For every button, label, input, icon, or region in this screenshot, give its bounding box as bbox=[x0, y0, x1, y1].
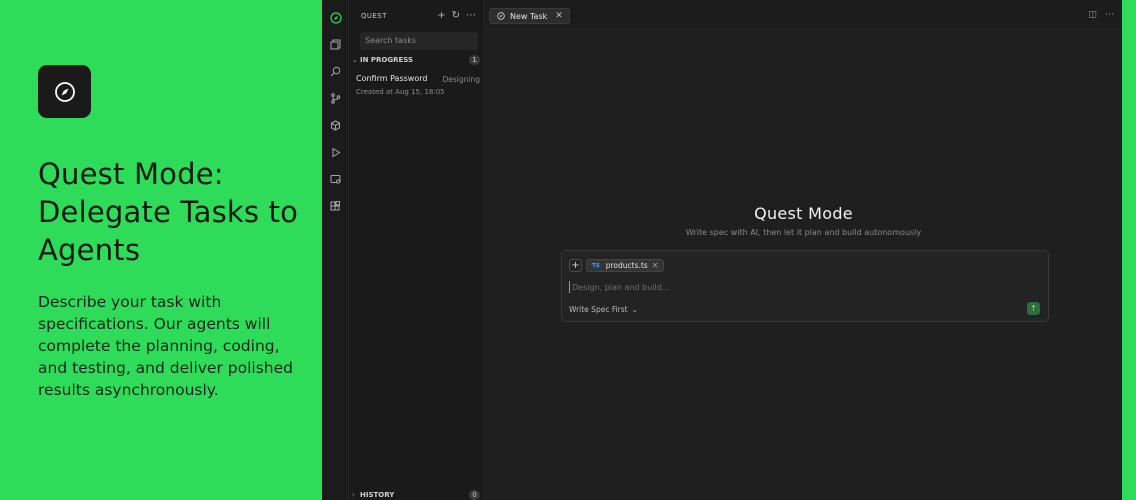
ide-window: QUEST + ↻ ⋯ Search tasks ⌄ IN PROGRESS 1… bbox=[322, 0, 1122, 500]
quest-sidebar: QUEST + ↻ ⋯ Search tasks ⌄ IN PROGRESS 1… bbox=[349, 0, 485, 500]
group-count-badge: 1 bbox=[469, 55, 480, 65]
refresh-icon[interactable]: ↻ bbox=[452, 10, 460, 21]
close-icon[interactable]: ✕ bbox=[555, 11, 563, 21]
group-label: IN PROGRESS bbox=[360, 56, 414, 64]
quest-mode-title: Quest Mode bbox=[754, 204, 853, 223]
mode-label: Write Spec First bbox=[569, 305, 628, 314]
history-group[interactable]: › HISTORY 0 bbox=[352, 490, 480, 500]
more-icon[interactable]: ⋯ bbox=[466, 10, 476, 21]
run-debug-icon[interactable] bbox=[328, 145, 343, 160]
chevron-right-icon: › bbox=[352, 491, 355, 499]
tab-new-task[interactable]: New Task ✕ bbox=[489, 8, 570, 24]
task-item[interactable]: Confirm Password Designing Created at Au… bbox=[356, 72, 480, 100]
chevron-down-icon: ⌄ bbox=[631, 305, 638, 314]
activity-bar bbox=[322, 0, 349, 500]
more-icon[interactable]: ⋯ bbox=[1105, 10, 1114, 20]
task-title: Confirm Password bbox=[356, 74, 428, 83]
task-composer: + TS products.ts ✕ Write Spec First ⌄ ↑ bbox=[561, 250, 1049, 322]
attachment-name: products.ts bbox=[605, 261, 648, 270]
chevron-down-icon: ⌄ bbox=[352, 56, 358, 64]
quest-icon bbox=[497, 12, 505, 20]
group-label: HISTORY bbox=[360, 491, 395, 499]
hero-description: Describe your task with specifications. … bbox=[38, 293, 293, 399]
app-logo bbox=[38, 65, 91, 118]
add-context-button[interactable]: + bbox=[569, 259, 582, 272]
hero-title: Quest Mode: Delegate Tasks to Agents bbox=[38, 157, 299, 267]
extensions-icon[interactable] bbox=[328, 118, 343, 133]
sidebar-actions: + ↻ ⋯ bbox=[437, 10, 476, 21]
split-editor-icon[interactable]: ◫ bbox=[1088, 10, 1097, 20]
group-count-badge: 0 bbox=[469, 490, 480, 500]
in-progress-group[interactable]: ⌄ IN PROGRESS 1 bbox=[352, 55, 480, 66]
tab-bar: New Task ✕ ◫ ⋯ bbox=[485, 0, 1122, 29]
compass-icon bbox=[54, 81, 75, 102]
tab-label: New Task bbox=[510, 11, 548, 21]
source-control-icon[interactable] bbox=[328, 91, 343, 106]
attachment-chip[interactable]: TS products.ts ✕ bbox=[586, 259, 665, 272]
send-button[interactable]: ↑ bbox=[1027, 302, 1040, 315]
quest-icon[interactable] bbox=[328, 10, 343, 25]
editor-actions: ◫ ⋯ bbox=[1088, 10, 1114, 20]
task-status: Designing bbox=[442, 75, 481, 84]
remote-icon[interactable] bbox=[328, 172, 343, 187]
task-prompt-input[interactable] bbox=[569, 281, 989, 293]
quest-mode-subtitle: Write spec with AI, then let it plan and… bbox=[685, 228, 922, 237]
files-icon[interactable] bbox=[328, 37, 343, 52]
task-created-date: Created at Aug 15, 18:05 bbox=[356, 88, 445, 96]
search-icon[interactable] bbox=[328, 64, 343, 79]
typescript-file-icon: TS bbox=[590, 262, 602, 269]
search-tasks-input[interactable]: Search tasks bbox=[360, 32, 478, 50]
editor-area: New Task ✕ ◫ ⋯ Quest Mode Write spec wit… bbox=[485, 0, 1122, 500]
mode-dropdown[interactable]: Write Spec First ⌄ bbox=[569, 305, 638, 314]
add-icon[interactable]: + bbox=[437, 10, 445, 21]
sidebar-title: QUEST bbox=[361, 12, 387, 20]
apps-icon[interactable] bbox=[328, 199, 343, 214]
remove-attachment-icon[interactable]: ✕ bbox=[652, 261, 659, 270]
